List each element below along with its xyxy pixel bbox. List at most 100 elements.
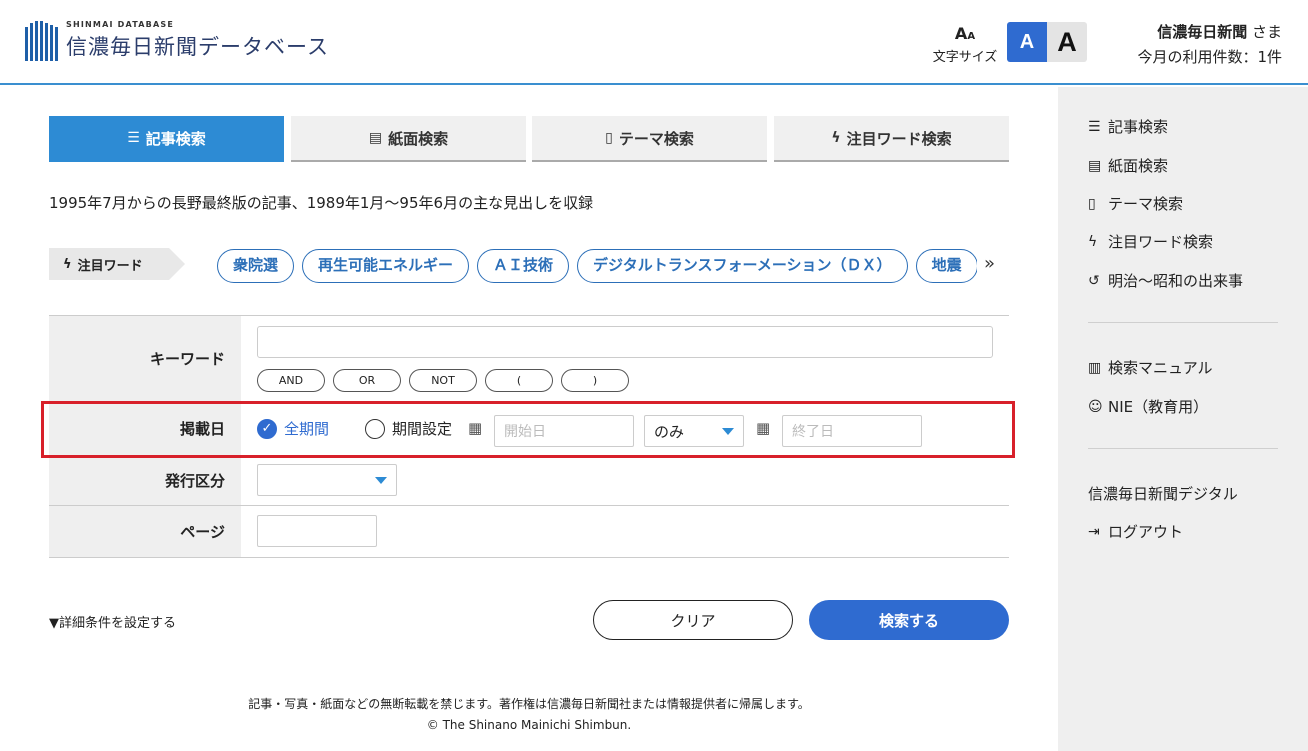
date-label: 掲載日 (49, 402, 241, 455)
sidebar-item-label: 信濃毎日新聞デジタル (1088, 485, 1238, 503)
calendar-icon[interactable]: ▦ (468, 419, 482, 437)
font-size-large-button[interactable]: A (1047, 22, 1087, 62)
book-icon: ▥ (1088, 359, 1102, 376)
bolt-icon: ϟ (1088, 233, 1098, 250)
sidebar-item-label: テーマ検索 (1108, 195, 1184, 213)
search-button[interactable]: 検索する (809, 600, 1009, 640)
clear-button[interactable]: クリア (593, 600, 793, 640)
face-icon: ☺ (1088, 398, 1103, 415)
logo-mark-icon (25, 21, 60, 61)
user-info: 信濃毎日新聞 さま 今月の利用件数：1件 (1137, 20, 1282, 70)
logo-subtitle: SHINMAI DATABASE (66, 20, 174, 29)
font-size-small-button[interactable]: A (1007, 22, 1047, 62)
sidebar-item-manual[interactable]: ▥ 検索マニュアル (1088, 357, 1213, 378)
font-size-control: AA 文字サイズ (928, 24, 1002, 66)
sidebar-item-label: 明治〜昭和の出来事 (1108, 272, 1244, 290)
issue-label: 発行区分 (49, 456, 241, 505)
chip-attention-word[interactable]: ＡＩ技術 (477, 249, 570, 283)
sidebar-item-label: NIE（教育用） (1108, 398, 1209, 416)
range-select[interactable]: のみ (644, 415, 744, 447)
tab-theme-search[interactable]: ▯ テーマ検索 (532, 116, 767, 162)
sidebar-item-label: 紙面検索 (1108, 157, 1169, 175)
operator-buttons: AND OR NOT ( ) (257, 369, 637, 392)
usage-count: 今月の利用件数：1件 (1137, 48, 1282, 66)
detail-conditions-toggle[interactable]: ▼詳細条件を設定する (49, 612, 176, 631)
site-logo[interactable]: SHINMAI DATABASE 信濃毎日新聞データベース (25, 20, 329, 61)
footer-copyright: © The Shinano Mainichi Shimbun. (426, 718, 632, 732)
page-row: ページ (49, 506, 1009, 558)
sidebar-item-attention-word[interactable]: ϟ 注目ワード検索 (1088, 231, 1213, 252)
sidebar-item-label: 記事検索 (1108, 118, 1169, 136)
tab-label: テーマ検索 (618, 129, 694, 148)
sidebar-divider (1088, 322, 1278, 323)
chip-attention-word[interactable]: 再生可能エネルギー (302, 249, 470, 283)
bookmark-icon: ▯ (605, 130, 613, 146)
sidebar-item-page-search[interactable]: ▤ 紙面検索 (1088, 155, 1168, 176)
chip-attention-word[interactable]: 地震 (915, 249, 977, 283)
all-period-label: 全期間 (284, 420, 330, 438)
or-button[interactable]: OR (333, 369, 401, 392)
attention-label-text: 注目ワード (77, 258, 143, 274)
logout-icon: ⇥ (1088, 523, 1100, 540)
sidebar-item-label: ログアウト (1108, 523, 1184, 541)
range-select-value: のみ (654, 422, 685, 441)
sidebar-item-label: 検索マニュアル (1108, 359, 1213, 377)
keyword-input[interactable] (257, 326, 993, 358)
user-honorific: さま (1251, 23, 1282, 41)
sidebar-divider (1088, 448, 1278, 449)
check-icon: ✓ (257, 418, 277, 439)
sidebar-item-logout[interactable]: ⇥ ログアウト (1088, 521, 1183, 542)
sidebar-item-nie[interactable]: ☺ NIE（教育用） (1088, 396, 1208, 417)
tab-attention-word-search[interactable]: ϟ 注目ワード検索 (774, 116, 1009, 162)
search-description: 1995年7月からの長野最終版の記事、1989年1月〜95年6月の主な見出しを収… (49, 194, 594, 212)
chevron-down-icon (722, 428, 734, 435)
bolt-icon: ϟ (63, 256, 72, 272)
chips-scroll-right-icon[interactable]: » (984, 253, 995, 274)
footer-notice: 記事・写真・紙面などの無断転載を禁じます。著作権は信濃毎日新聞社または情報提供者… (248, 697, 810, 711)
sidebar-item-digital[interactable]: 信濃毎日新聞デジタル (1088, 483, 1238, 504)
tab-label: 注目ワード検索 (846, 129, 952, 148)
start-date-input[interactable]: 開始日 (494, 415, 634, 447)
radio-circle-icon (365, 418, 385, 439)
sidebar-item-article-search[interactable]: ☰ 記事検索 (1088, 116, 1168, 137)
open-paren-button[interactable]: ( (485, 369, 553, 392)
chip-attention-word[interactable]: デジタルトランスフォーメーション（ＤＸ） (577, 249, 908, 283)
bookmark-icon: ▯ (1088, 195, 1096, 212)
tab-article-search[interactable]: ☰ 記事検索 (49, 116, 284, 162)
tab-page-search[interactable]: ▤ 紙面検索 (291, 116, 526, 162)
user-name: 信濃毎日新聞 (1157, 23, 1248, 41)
sidebar-item-theme-search[interactable]: ▯ テーマ検索 (1088, 193, 1183, 214)
date-row: 掲載日 ✓ 全期間 期間設定 ▦ 開始日 のみ ▦ 終了日 (49, 402, 1009, 456)
issue-select[interactable] (257, 464, 397, 496)
calendar-icon[interactable]: ▦ (756, 419, 770, 437)
tab-label: 記事検索 (145, 129, 206, 148)
page-input[interactable] (257, 515, 377, 547)
list-icon: ☰ (1088, 118, 1101, 135)
close-paren-button[interactable]: ) (561, 369, 629, 392)
newspaper-icon: ▤ (368, 130, 383, 146)
end-date-input[interactable]: 終了日 (782, 415, 922, 447)
and-button[interactable]: AND (257, 369, 325, 392)
logo-title: 信濃毎日新聞データベース (66, 35, 329, 59)
newspaper-icon: ▤ (1088, 157, 1102, 174)
page-label: ページ (49, 506, 241, 557)
font-size-icon: AA (954, 24, 976, 43)
attention-word-chips: 衆院選 再生可能エネルギー ＡＩ技術 デジタルトランスフォーメーション（ＤＸ） 地震 (217, 249, 977, 285)
all-period-radio[interactable]: ✓ 全期間 (257, 418, 329, 439)
bolt-icon: ϟ (831, 130, 841, 146)
set-period-radio[interactable]: 期間設定 (365, 418, 452, 439)
sidebar-item-history[interactable]: ↺ 明治〜昭和の出来事 (1088, 270, 1243, 291)
sidebar: ☰ 記事検索 ▤ 紙面検索 ▯ テーマ検索 ϟ 注目ワード検索 ↺ 明治〜昭和の出来事 ▥… (1058, 87, 1308, 751)
header: SHINMAI DATABASE 信濃毎日新聞データベース AA 文字サイズ A… (0, 0, 1308, 85)
keyword-label: キーワード (49, 316, 241, 401)
search-form: キーワード AND OR NOT ( ) 掲載日 ✓ 全期間 期間設定 ▦ 開始日… (49, 315, 1009, 558)
set-period-label: 期間設定 (392, 420, 453, 438)
attention-word-label: ϟ 注目ワード (49, 248, 185, 280)
keyword-row: キーワード AND OR NOT ( ) (49, 316, 1009, 402)
not-button[interactable]: NOT (409, 369, 477, 392)
chevron-down-icon (375, 477, 387, 484)
sidebar-item-label: 注目ワード検索 (1108, 233, 1214, 251)
chip-attention-word[interactable]: 衆院選 (217, 249, 295, 283)
tab-label: 紙面検索 (388, 129, 449, 148)
font-size-label: 文字サイズ (932, 50, 998, 65)
